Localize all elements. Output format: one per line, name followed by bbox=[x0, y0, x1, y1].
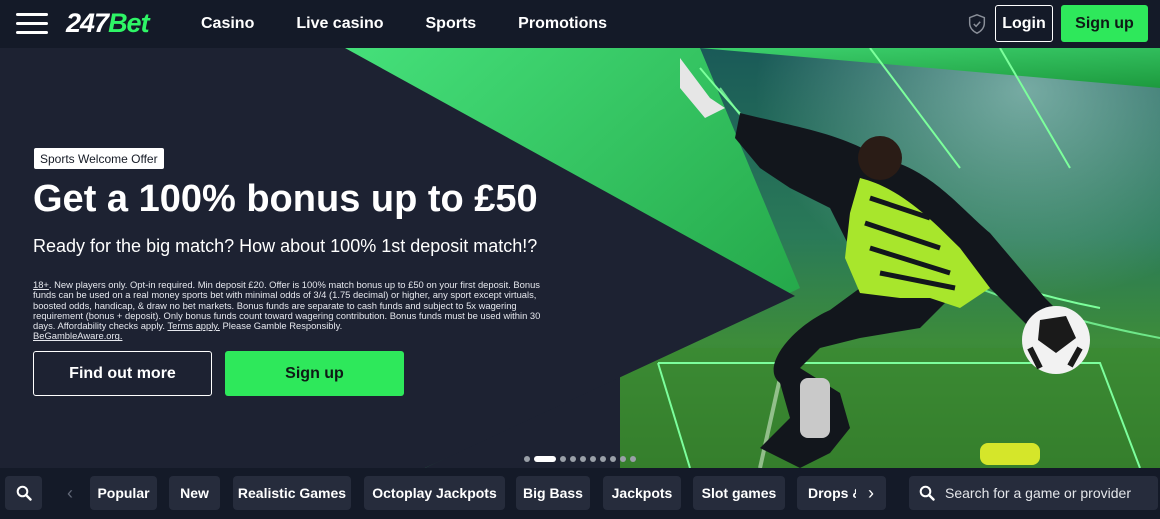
nav-casino[interactable]: Casino bbox=[180, 15, 275, 33]
carousel-dot[interactable] bbox=[610, 456, 616, 462]
game-category-bar: ‹ Popular New Realistic Games Octoplay J… bbox=[0, 468, 1160, 519]
carousel-dot[interactable] bbox=[620, 456, 626, 462]
hero-banner[interactable]: Sports Welcome Offer Get a 100% bonus up… bbox=[0, 48, 1160, 468]
signup-button-hero[interactable]: Sign up bbox=[225, 351, 404, 396]
carousel-dot[interactable] bbox=[590, 456, 596, 462]
game-search-input[interactable] bbox=[945, 485, 1150, 501]
category-big-bass[interactable]: Big Bass bbox=[516, 476, 590, 510]
brand-logo[interactable]: 247Bet bbox=[66, 8, 150, 39]
carousel-dot[interactable] bbox=[524, 456, 530, 462]
hero-subtitle: Ready for the big match? How about 100% … bbox=[33, 236, 538, 256]
menu-icon[interactable] bbox=[16, 12, 48, 36]
signup-button-header[interactable]: Sign up bbox=[1061, 5, 1148, 42]
category-new[interactable]: New bbox=[169, 476, 220, 510]
carousel-dot[interactable] bbox=[600, 456, 606, 462]
find-out-more-button[interactable]: Find out more bbox=[33, 351, 212, 396]
carousel-dot[interactable] bbox=[630, 456, 636, 462]
hero-title: Get a 100% bonus up to £50 bbox=[33, 178, 538, 220]
chevron-right-icon[interactable]: › bbox=[856, 476, 886, 510]
search-icon bbox=[16, 485, 32, 501]
carousel-dot[interactable] bbox=[534, 456, 556, 462]
logo-bet: Bet bbox=[108, 8, 150, 38]
main-nav: Casino Live casino Sports Promotions bbox=[180, 0, 628, 48]
category-jackpots[interactable]: Jackpots bbox=[603, 476, 681, 510]
top-navigation-bar: 247Bet Casino Live casino Sports Promoti… bbox=[0, 0, 1160, 48]
category-octoplay-jackpots[interactable]: Octoplay Jackpots bbox=[364, 476, 505, 510]
hero-background-art bbox=[0, 48, 1160, 468]
carousel-dot[interactable] bbox=[580, 456, 586, 462]
carousel-dots bbox=[524, 456, 636, 462]
search-icon bbox=[909, 485, 945, 501]
category-slot-games[interactable]: Slot games bbox=[693, 476, 785, 510]
carousel-dot[interactable] bbox=[560, 456, 566, 462]
terms-apply-link[interactable]: Terms apply. bbox=[167, 320, 219, 331]
category-popular[interactable]: Popular bbox=[90, 476, 157, 510]
game-search-box[interactable] bbox=[909, 476, 1158, 510]
nav-promotions[interactable]: Promotions bbox=[497, 15, 628, 33]
category-realistic-games[interactable]: Realistic Games bbox=[233, 476, 351, 510]
logo-number: 247 bbox=[66, 8, 109, 38]
category-search-button[interactable] bbox=[5, 476, 42, 510]
shield-icon[interactable] bbox=[966, 13, 988, 35]
nav-sports[interactable]: Sports bbox=[405, 15, 498, 33]
begambleaware-link[interactable]: BeGambleAware.org. bbox=[33, 330, 122, 341]
carousel-dot[interactable] bbox=[570, 456, 576, 462]
nav-live-casino[interactable]: Live casino bbox=[275, 15, 404, 33]
terms-text: 18+. New players only. Opt-in required. … bbox=[33, 279, 553, 342]
offer-tag: Sports Welcome Offer bbox=[34, 148, 164, 169]
category-drops-wins[interactable]: Drops & Wins bbox=[797, 476, 857, 510]
login-button[interactable]: Login bbox=[995, 5, 1053, 42]
terms-tail: Please Gamble Responsibly. bbox=[219, 320, 343, 332]
chevron-left-icon[interactable]: ‹ bbox=[58, 476, 82, 510]
